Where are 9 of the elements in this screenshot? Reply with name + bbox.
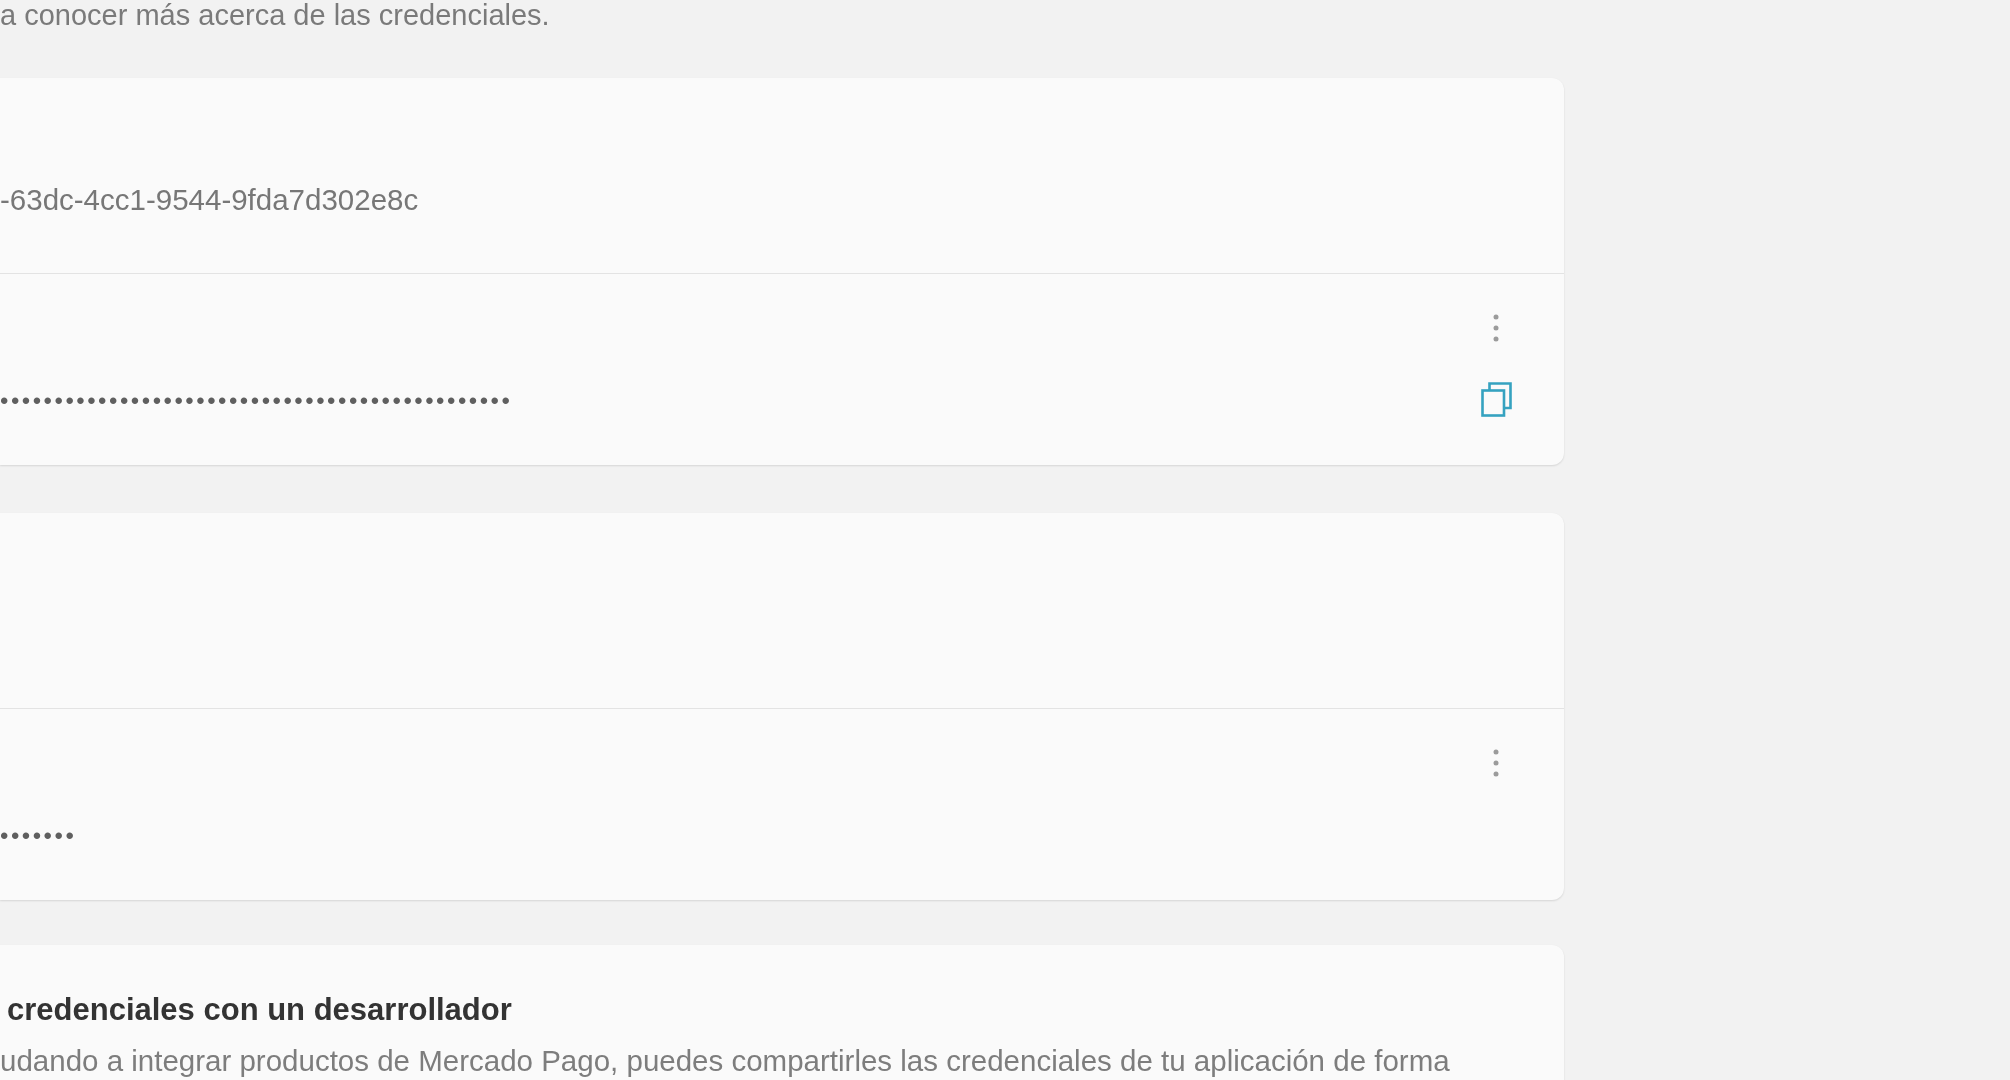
intro-text: a conocer más acerca de las credenciales. — [0, 0, 550, 30]
card-title: credenciales con un desarrollador — [7, 992, 512, 1028]
copy-icon[interactable] — [1480, 382, 1512, 417]
credential-value: -63dc-4cc1-9544-9fda7d302e8c — [0, 184, 419, 216]
masked-secret-text: ••••••• — [0, 821, 77, 851]
card-description: udando a integrar productos de Mercado Pago, puedes compartirles las credenciales de tu aplicación de forma — [0, 1044, 1450, 1077]
more-options-icon[interactable] — [1493, 749, 1499, 777]
more-options-icon[interactable] — [1493, 314, 1499, 342]
masked-secret-text: ••••••••••••••••••••••••••••••••••••••••••••••• — [0, 386, 513, 416]
